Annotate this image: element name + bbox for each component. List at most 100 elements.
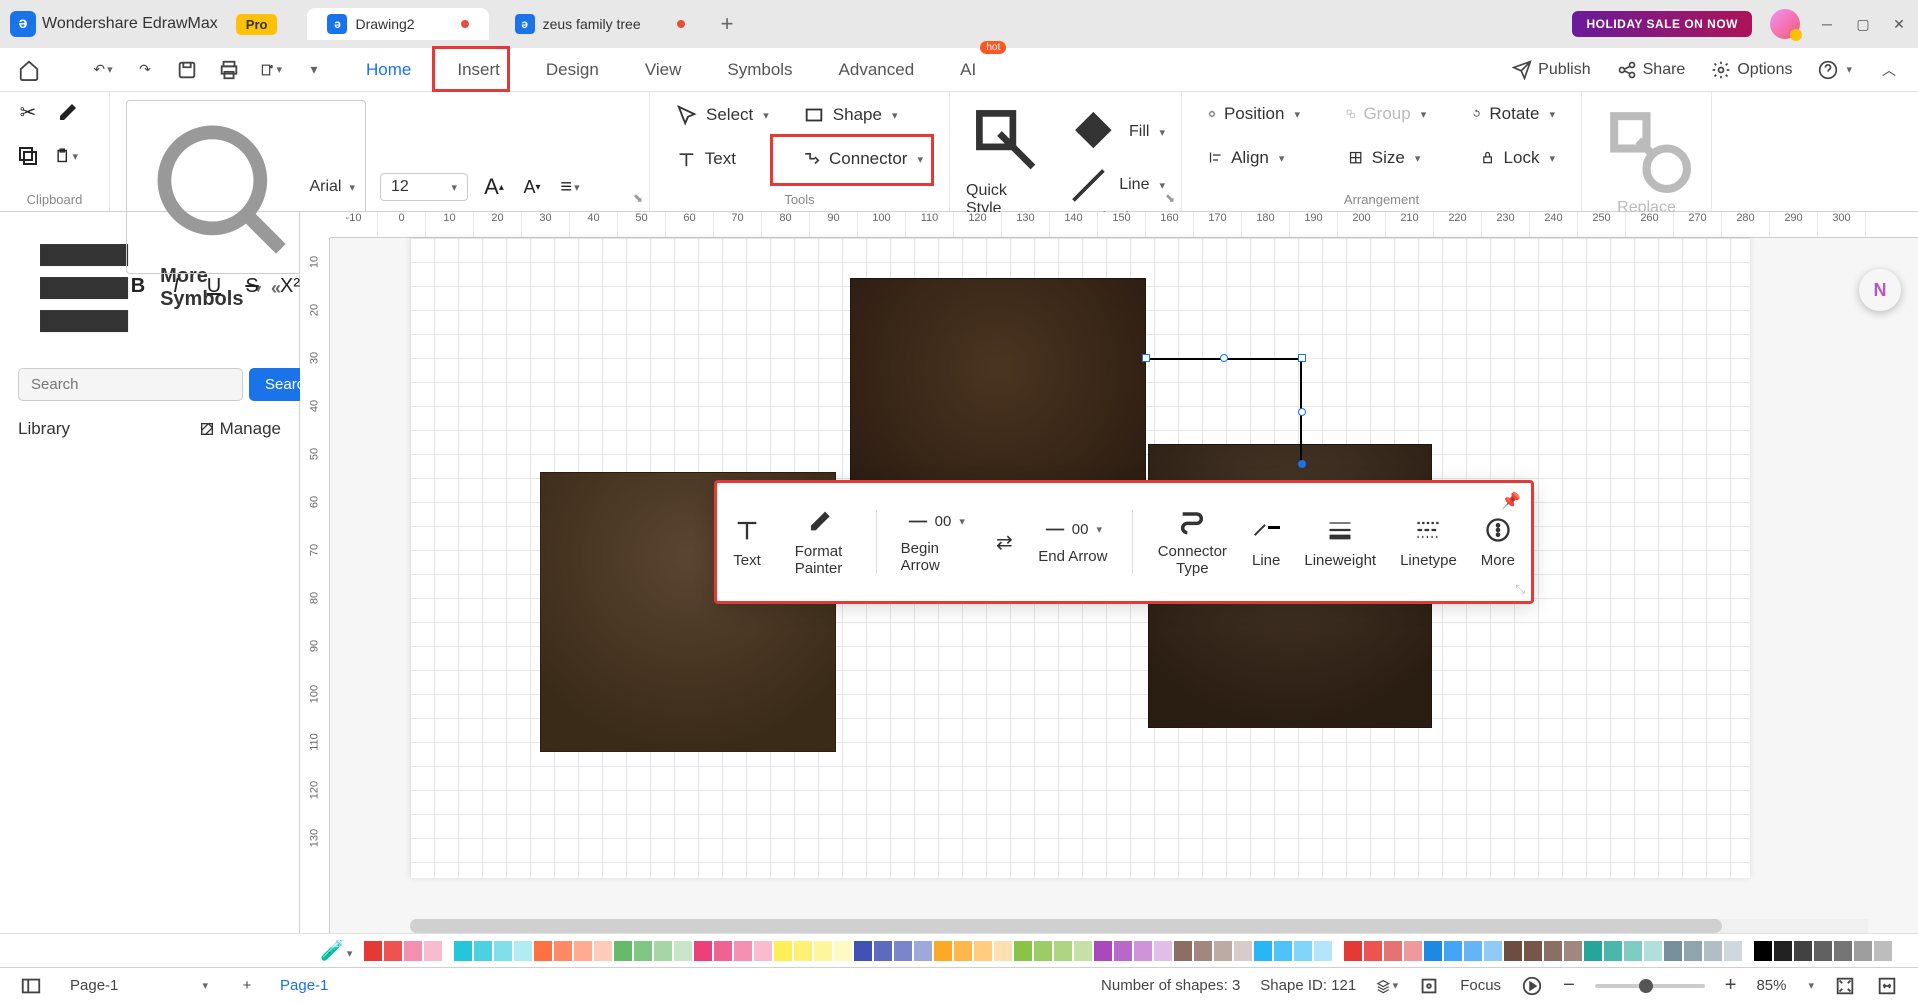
undo-button[interactable]: ↶▾ (92, 59, 114, 81)
pin-toolbar-button[interactable]: 📌 (1501, 491, 1521, 511)
color-swatch[interactable] (1624, 941, 1642, 961)
color-swatch[interactable] (1174, 941, 1192, 961)
color-swatch[interactable] (794, 941, 812, 961)
color-swatch[interactable] (1754, 941, 1772, 961)
color-swatch[interactable] (1384, 941, 1402, 961)
focus-label[interactable]: Focus (1460, 977, 1501, 994)
color-swatch[interactable] (954, 941, 972, 961)
fill-button[interactable]: Fill▾ (1066, 105, 1165, 160)
font-size-select[interactable]: 12▾ (380, 173, 468, 201)
align-button[interactable]: ≡▾ (558, 175, 582, 199)
menu-tab-insert[interactable]: Insert (455, 54, 502, 86)
color-swatch[interactable] (514, 941, 532, 961)
color-swatch[interactable] (1794, 941, 1812, 961)
color-swatch[interactable] (734, 941, 752, 961)
color-swatch[interactable] (1504, 941, 1522, 961)
color-swatch[interactable] (1724, 941, 1742, 961)
strikethrough-button[interactable]: S (240, 274, 264, 298)
color-swatch[interactable] (694, 941, 712, 961)
color-swatch[interactable] (1424, 941, 1442, 961)
superscript-button[interactable]: X² (278, 274, 302, 298)
select-tool-button[interactable]: Select▾ (666, 100, 779, 130)
page-tab-button[interactable]: Page-1 (280, 977, 328, 994)
color-swatch[interactable] (1364, 941, 1382, 961)
focus-mode-button[interactable] (1418, 975, 1440, 997)
color-swatch[interactable] (1874, 941, 1892, 961)
styles-expand-icon[interactable]: ⬊ (1165, 191, 1175, 205)
cut-button[interactable]: ✂ (16, 100, 40, 124)
color-swatch[interactable] (1704, 941, 1722, 961)
ft-text-button[interactable]: Text (733, 516, 761, 569)
color-swatch[interactable] (1054, 941, 1072, 961)
color-swatch[interactable] (364, 941, 382, 961)
menu-tab-ai[interactable]: AIhot (958, 54, 978, 86)
color-swatch[interactable] (384, 941, 402, 961)
color-swatch[interactable] (1114, 941, 1132, 961)
copy-button[interactable] (16, 144, 40, 168)
color-swatch[interactable] (714, 941, 732, 961)
color-swatch[interactable] (1214, 941, 1232, 961)
color-swatch[interactable] (1404, 941, 1422, 961)
color-swatch[interactable] (1444, 941, 1462, 961)
color-swatch[interactable] (594, 941, 612, 961)
close-button[interactable]: ✕ (1890, 15, 1908, 33)
color-swatch[interactable] (1074, 941, 1092, 961)
color-swatch[interactable] (454, 941, 472, 961)
color-swatch[interactable] (554, 941, 572, 961)
paste-button[interactable]: ▾ (54, 144, 78, 168)
menu-tab-design[interactable]: Design (544, 54, 601, 86)
new-tab-button[interactable]: + (711, 11, 744, 37)
sale-banner[interactable]: HOLIDAY SALE ON NOW (1572, 11, 1752, 37)
color-swatch[interactable] (494, 941, 512, 961)
home-icon[interactable] (18, 59, 40, 81)
fit-page-button[interactable] (1834, 975, 1856, 997)
document-tab-drawing2[interactable]: ə Drawing2 (307, 8, 488, 40)
lock-button[interactable]: Lock▾ (1470, 144, 1565, 172)
ft-begin-arrow-select[interactable]: 00▾ Begin Arrow (901, 511, 971, 574)
color-swatch[interactable] (1604, 941, 1622, 961)
ai-assistant-button[interactable]: N (1858, 268, 1902, 312)
color-swatch[interactable] (1094, 941, 1112, 961)
presentation-button[interactable] (1521, 975, 1543, 997)
redo-button[interactable]: ↷ (134, 59, 156, 81)
manage-library-button[interactable]: Manage (199, 419, 281, 439)
line-style-button[interactable]: Line▾ (1066, 163, 1165, 208)
zoom-slider[interactable] (1595, 984, 1705, 988)
color-swatch[interactable] (974, 941, 992, 961)
ft-connector-type-button[interactable]: Connector Type (1157, 507, 1228, 577)
color-swatch[interactable] (614, 941, 632, 961)
underline-button[interactable]: U (202, 274, 226, 298)
format-painter-button[interactable] (54, 100, 78, 124)
color-swatch[interactable] (874, 941, 892, 961)
color-swatch[interactable] (1234, 941, 1252, 961)
color-swatch[interactable] (574, 941, 592, 961)
print-button[interactable] (218, 59, 240, 81)
collapse-ribbon-button[interactable]: ︿ (1878, 59, 1900, 81)
color-swatch[interactable] (1834, 941, 1852, 961)
export-button[interactable]: ▾ (260, 59, 282, 81)
fit-width-button[interactable] (1876, 975, 1898, 997)
color-swatch[interactable] (1034, 941, 1052, 961)
color-swatch[interactable] (1254, 941, 1272, 961)
text-tool-button[interactable]: Text (666, 145, 746, 174)
layers-button[interactable]: ▾ (1376, 975, 1398, 997)
maximize-button[interactable]: ▢ (1854, 15, 1872, 33)
color-swatch[interactable] (914, 941, 932, 961)
color-swatch[interactable] (1584, 941, 1602, 961)
resize-handle-icon[interactable]: ⤡ (1515, 582, 1525, 597)
ft-format-painter-button[interactable]: Format Painter (785, 507, 852, 577)
shape-tool-button[interactable]: Shape▾ (793, 100, 908, 130)
color-swatch[interactable] (1344, 941, 1362, 961)
position-button[interactable]: Position▾ (1198, 100, 1310, 128)
align-objects-button[interactable]: Align▾ (1198, 144, 1294, 172)
color-swatch[interactable] (1664, 941, 1682, 961)
italic-button[interactable]: I (164, 274, 188, 298)
color-swatch[interactable] (994, 941, 1012, 961)
minimize-button[interactable]: ─ (1818, 15, 1836, 33)
color-swatch[interactable] (834, 941, 852, 961)
color-swatch[interactable] (1314, 941, 1332, 961)
menu-tab-view[interactable]: View (643, 54, 684, 86)
color-swatch[interactable] (1774, 941, 1792, 961)
rotate-button[interactable]: Rotate▾ (1462, 100, 1565, 128)
ft-end-arrow-select[interactable]: 00▾ End Arrow (1038, 519, 1108, 565)
